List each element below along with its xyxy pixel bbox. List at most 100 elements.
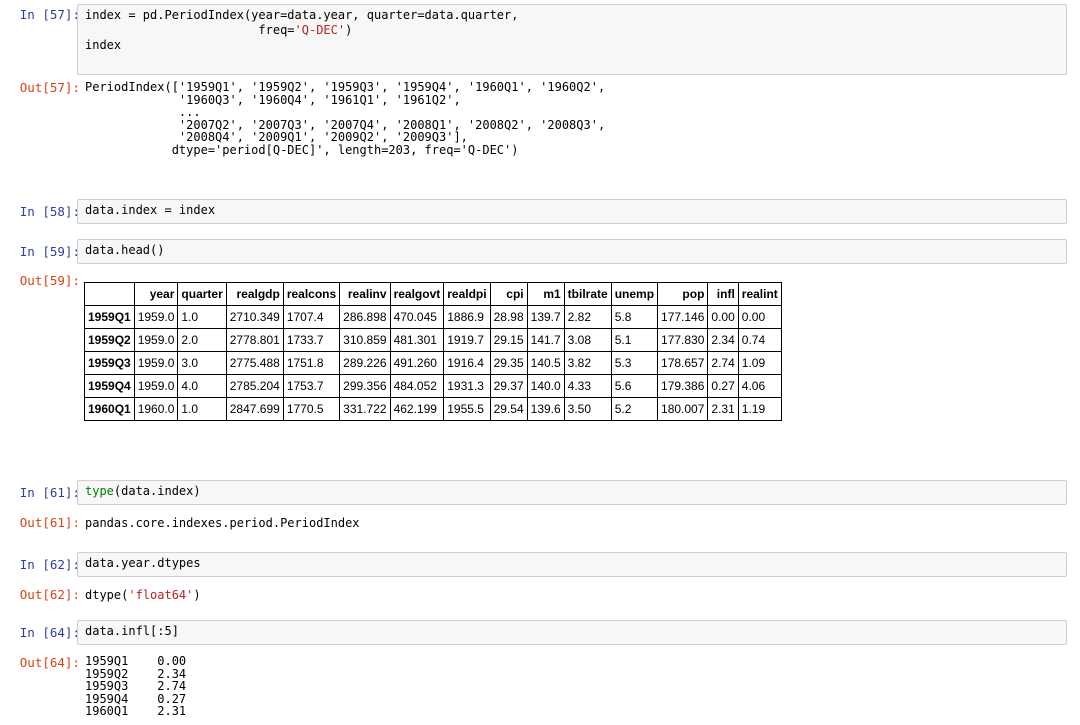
table-cell: 4.06	[737, 374, 782, 398]
code-input-61[interactable]: type(data.index)	[77, 480, 1067, 505]
table-cell: 1931.3	[443, 374, 491, 398]
table-cell: 5.2	[610, 397, 659, 421]
table-cell: 1.0	[177, 397, 227, 421]
table-cell: 2.31	[707, 397, 739, 421]
column-header: realdpi	[443, 282, 491, 306]
table-cell: 484.052	[389, 374, 445, 398]
table-cell: 2778.801	[225, 328, 284, 352]
in-prompt-64: In [64]:	[19, 625, 80, 640]
table-cell: 3.0	[177, 351, 227, 375]
table-cell: 1955.5	[443, 397, 491, 421]
table-cell: 481.301	[389, 328, 445, 352]
table-cell: 29.37	[489, 374, 528, 398]
output-62: dtype('float64')	[85, 589, 201, 602]
table-cell: 1770.5	[282, 397, 341, 421]
table-cell: 0.00	[737, 305, 782, 329]
code-input-62[interactable]: data.year.dtypes	[77, 552, 1067, 577]
dataframe-output: year quarter realgdp realcons realinv realgov…	[0, 282, 1080, 462]
table-cell: 139.7	[526, 305, 565, 329]
column-header: realinv	[339, 282, 391, 306]
column-header: year	[133, 282, 179, 306]
column-header: cpi	[489, 282, 528, 306]
out-prompt-57: Out[57]:	[19, 80, 80, 95]
table-cell: 1886.9	[443, 305, 491, 329]
table-cell: 4.33	[563, 374, 612, 398]
table-cell: 0.74	[737, 328, 782, 352]
code-text-58: data.index = index	[85, 203, 216, 217]
table-cell: 310.859	[339, 328, 391, 352]
table-cell: 4.0	[177, 374, 227, 398]
table-cell: 0.27	[707, 374, 739, 398]
table-cell: 5.8	[610, 305, 659, 329]
table-cell: 139.6	[526, 397, 565, 421]
table-cell: 286.898	[339, 305, 391, 329]
table-cell: 177.830	[657, 328, 709, 352]
table-cell: 179.386	[657, 374, 709, 398]
table-cell: 3.50	[563, 397, 612, 421]
table-cell: 140.0	[526, 374, 565, 398]
code-line: )	[345, 23, 353, 37]
table-row: 1960Q1 1960.0 1.0 2847.699 1770.5 331.722 462.…	[84, 397, 782, 421]
code-text-64: data.infl[:5]	[85, 624, 179, 638]
table-cell: 5.3	[610, 351, 659, 375]
table-cell: 1959.0	[133, 374, 179, 398]
column-header: realgdp	[225, 282, 284, 306]
output-text: dtype(	[85, 588, 129, 602]
column-header: infl	[707, 282, 739, 306]
column-header: tbilrate	[563, 282, 612, 306]
row-index: 1959Q1	[84, 305, 135, 329]
code-input-57[interactable]: index = pd.PeriodIndex(year=data.year, q…	[77, 4, 1067, 75]
output-64: 1959Q1 0.00 1959Q2 2.34 1959Q3 2.74 1959…	[85, 654, 187, 718]
code-input-64[interactable]: data.infl[:5]	[77, 620, 1067, 645]
out-prompt-61: Out[61]:	[19, 515, 80, 530]
table-cell: 470.045	[389, 305, 445, 329]
table-cell: 331.722	[339, 397, 391, 421]
table-cell: 2785.204	[225, 374, 284, 398]
table-cell: 140.5	[526, 351, 565, 375]
column-header: unemp	[610, 282, 659, 306]
table-cell: 5.6	[610, 374, 659, 398]
notebook: In [57]: index = pd.PeriodIndex(year=dat…	[0, 0, 1080, 725]
code-text-62: data.year.dtypes	[85, 556, 201, 570]
table-cell: 2.82	[563, 305, 612, 329]
column-header: m1	[526, 282, 565, 306]
table-cell: 28.98	[489, 305, 528, 329]
table-cell: 491.260	[389, 351, 445, 375]
row-index: 1959Q2	[84, 328, 135, 352]
table-cell: 299.356	[339, 374, 391, 398]
table-cell: 1919.7	[443, 328, 491, 352]
table-cell: 3.08	[563, 328, 612, 352]
code-input-59[interactable]: data.head()	[77, 239, 1067, 264]
table-cell: 462.199	[389, 397, 445, 421]
in-prompt-58: In [58]:	[19, 204, 80, 219]
column-header: pop	[657, 282, 709, 306]
table-row: 1959Q3 1959.0 3.0 2775.488 1751.8 289.226 491.…	[84, 351, 782, 375]
table-cell: 2775.488	[225, 351, 284, 375]
code-line: index = pd.PeriodIndex(year=data.year, q…	[85, 8, 519, 22]
table-cell: 1959.0	[133, 351, 179, 375]
column-header: realgovt	[389, 282, 445, 306]
code-rest: (data.index)	[113, 484, 201, 498]
in-prompt-62: In [62]:	[19, 557, 80, 572]
row-index: 1960Q1	[84, 397, 135, 421]
column-header: realint	[737, 282, 782, 306]
cell-61: In [61]: type(data.index) Out[61]: panda…	[0, 478, 1080, 540]
row-index: 1959Q3	[84, 351, 135, 375]
table-cell: 29.54	[489, 397, 528, 421]
out-prompt-64: Out[64]:	[19, 655, 80, 670]
table-row: 1959Q4 1959.0 4.0 2785.204 1753.7 299.356 484.…	[84, 374, 782, 398]
code-text-59: data.head()	[85, 243, 165, 257]
table-row: 1959Q1 1959.0 1.0 2710.349 1707.4 286.898 470.…	[84, 305, 782, 329]
table-cell: 177.146	[657, 305, 709, 329]
table-cell: 1960.0	[133, 397, 179, 421]
code-input-58[interactable]: data.index = index	[77, 199, 1067, 224]
code-line: freq=	[85, 23, 295, 37]
cell-59: In [59]: data.head() Out[59]: year quarte…	[0, 238, 1080, 468]
table-cell: 5.1	[610, 328, 659, 352]
output-57: PeriodIndex(['1959Q1', '1959Q2', '1959Q3…	[85, 80, 606, 157]
table-cell: 1916.4	[443, 351, 491, 375]
table-cell: 2.74	[707, 351, 739, 375]
column-header: quarter	[177, 282, 227, 306]
column-header	[84, 282, 135, 306]
cell-58: In [58]: data.index = index	[0, 198, 1080, 228]
